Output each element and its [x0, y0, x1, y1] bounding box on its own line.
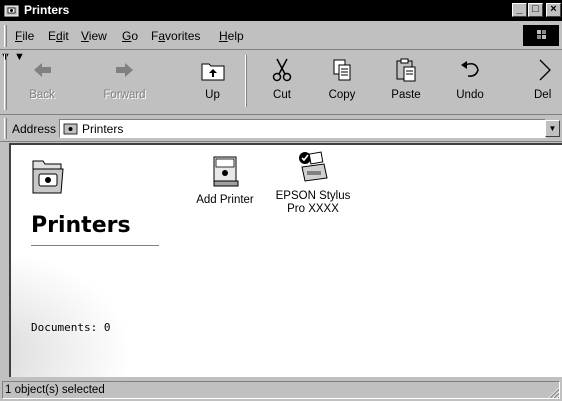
address-label: Address — [12, 122, 57, 136]
scissors-icon — [272, 58, 292, 82]
address-dropdown-button[interactable]: ▼ — [545, 120, 560, 137]
standard-toolbar: Back ▼ Forward ▼ Up Cut Copy Paste Undo … — [0, 51, 562, 115]
page-title: Printers — [31, 213, 131, 238]
undo-icon — [461, 61, 479, 77]
up-folder-icon — [201, 63, 224, 81]
delete-label: Del — [534, 89, 552, 101]
forward-label: Forward — [103, 89, 146, 101]
up-label: Up — [205, 89, 220, 101]
forward-arrow-icon — [115, 63, 133, 77]
address-value: Printers — [82, 122, 124, 136]
menu-view[interactable]: View — [81, 29, 107, 43]
paste-icon — [396, 58, 416, 82]
copy-button[interactable]: Copy — [320, 53, 364, 109]
close-button[interactable]: × — [546, 3, 561, 17]
cut-button[interactable]: Cut — [262, 53, 302, 109]
undo-button[interactable]: Undo — [446, 53, 494, 109]
epson-printer-label: EPSON Stylus — [275, 190, 351, 202]
minimize-button[interactable]: _ — [512, 3, 527, 17]
delete-icon — [539, 59, 551, 81]
add-printer-label: Add Printer — [196, 194, 254, 206]
maximize-button[interactable]: □ — [528, 3, 543, 17]
cut-label: Cut — [273, 89, 291, 101]
add-printer-item[interactable]: Add Printer — [188, 153, 262, 207]
address-input[interactable]: Printers — [59, 119, 546, 138]
paste-label: Paste — [391, 89, 421, 101]
addressbar-grip[interactable] — [4, 118, 7, 139]
title-bar[interactable]: Printers _ □ × — [0, 0, 562, 21]
toolbar-grip[interactable] — [4, 54, 7, 110]
status-bar: 1 object(s) selected — [0, 379, 562, 401]
back-label: Back — [29, 89, 55, 101]
forward-button[interactable]: Forward — [97, 53, 152, 109]
documents-count: Documents: 0 — [31, 321, 111, 334]
printer-folder-icon — [32, 160, 64, 194]
copy-icon — [333, 59, 351, 81]
heading-divider — [31, 245, 159, 246]
toolbar-separator — [245, 55, 247, 107]
window-title: Printers — [24, 3, 70, 17]
epson-printer-item[interactable]: EPSON Stylus Pro XXXX — [268, 149, 358, 216]
windows-logo-icon — [523, 25, 559, 46]
status-pane: 1 object(s) selected — [2, 381, 560, 399]
menu-file[interactable]: File — [15, 29, 34, 43]
menu-favorites[interactable]: Favorites — [151, 29, 200, 43]
menu-bar: File Edit View Go Favorites Help — [0, 23, 562, 50]
explorer-window: Printers _ □ × File Edit View Go Favorit… — [0, 0, 562, 401]
menu-help[interactable]: Help — [219, 29, 244, 43]
delete-button[interactable]: Del — [524, 53, 562, 109]
status-text: 1 object(s) selected — [5, 384, 105, 396]
address-bar: Address Printers ▼ — [0, 116, 562, 142]
add-printer-icon — [213, 156, 239, 187]
undo-label: Undo — [456, 89, 484, 101]
web-view-panel: Printers Documents: 0 — [11, 145, 191, 377]
menu-edit[interactable]: Edit — [48, 29, 69, 43]
epson-printer-label-line2: Pro XXXX — [287, 203, 339, 215]
printer-folder-icon — [4, 5, 19, 17]
menubar-grip[interactable] — [4, 25, 7, 47]
folder-content: Printers Documents: 0 Add Printer EPSON … — [9, 143, 562, 377]
printer-folder-icon — [63, 123, 78, 135]
back-arrow-icon — [34, 63, 51, 77]
menu-go[interactable]: Go — [122, 29, 138, 43]
back-button[interactable]: Back — [18, 53, 66, 109]
paste-button[interactable]: Paste — [382, 53, 430, 109]
default-printer-icon — [299, 151, 328, 182]
copy-label: Copy — [328, 89, 356, 101]
up-button[interactable]: Up — [190, 53, 235, 109]
resize-grip-icon[interactable] — [548, 387, 560, 399]
